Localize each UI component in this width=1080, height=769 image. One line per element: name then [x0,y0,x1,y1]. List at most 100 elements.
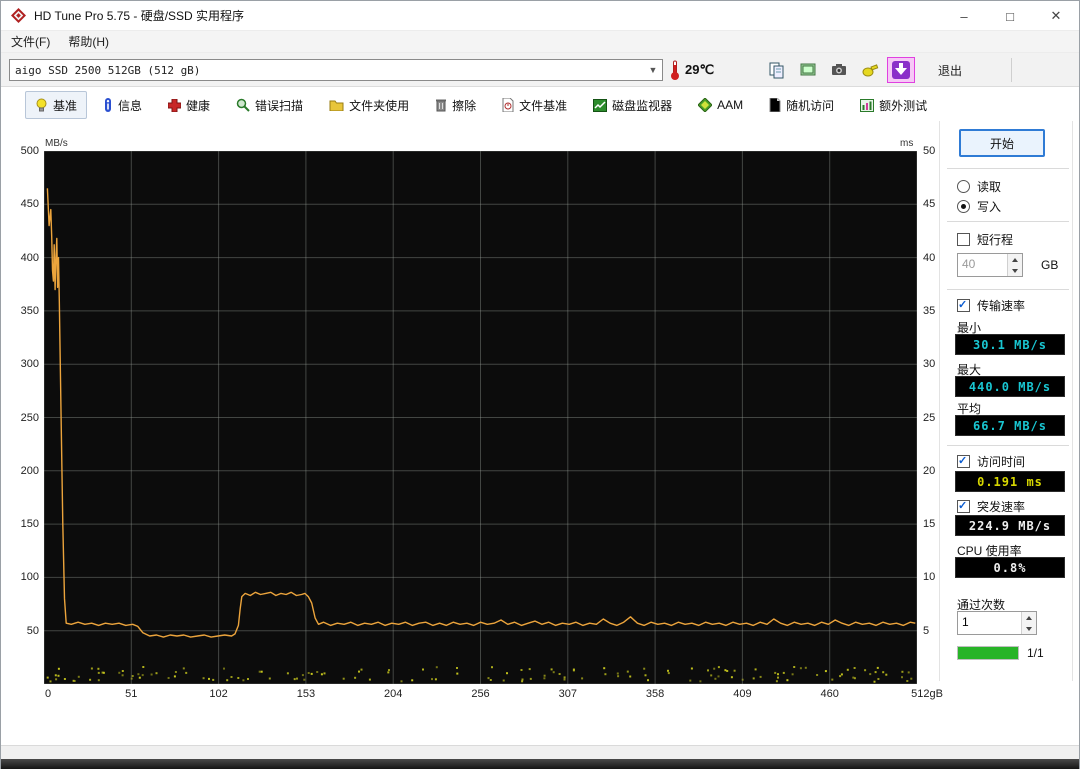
title-bar: HD Tune Pro 5.75 - 硬盘/SSD 实用程序 – □ ✕ [1,1,1079,31]
menu-help[interactable]: 帮助(H) [60,31,117,52]
tab-label: 文件夹使用 [349,97,409,114]
spinner-up-icon[interactable] [1022,612,1036,623]
write-radio-label: 写入 [977,198,1001,215]
x-tick: 409 [733,688,751,700]
progress-bar [957,646,1019,660]
health-icon [168,99,181,112]
tab-label: 随机访问 [786,97,834,114]
x-tick: 153 [297,688,315,700]
read-radio-label: 读取 [977,178,1001,195]
min-value-display: 30.1 MB/s [955,334,1065,355]
panel-separator-left [939,121,940,681]
tab-info[interactable]: 信息 [93,91,152,119]
file-benchmark-icon [502,98,514,112]
tab-label: 擦除 [452,97,476,114]
tab-label: 额外测试 [879,97,927,114]
burst-rate-checkbox[interactable]: 突发速率 [957,498,1025,515]
close-button[interactable]: ✕ [1033,1,1079,31]
tab-benchmark[interactable]: 基准 [25,91,87,119]
access-time-checkbox[interactable]: 访问时间 [957,453,1025,470]
tab-aam[interactable]: AAM [688,91,753,119]
highlight-button[interactable] [856,57,884,83]
spinner-down-icon[interactable] [1022,623,1036,634]
x-tick: 358 [646,688,664,700]
burst-rate-label: 突发速率 [977,498,1025,515]
tab-label: 基准 [53,97,77,114]
maximize-button[interactable]: □ [987,1,1033,31]
write-radio[interactable]: 写入 [957,198,1001,215]
y-left-tick: 500 [3,145,39,157]
spinner-up-icon[interactable] [1008,254,1022,265]
y-right-tick: 20 [923,465,953,477]
disk-monitor-icon [593,99,607,112]
y-left-tick: 250 [3,412,39,424]
toolbar-separator [1011,58,1012,82]
drive-select[interactable]: aigo SSD 2500 512GB (512 gB) ▼ [9,59,663,81]
tab-extra-tests[interactable]: 额外测试 [850,91,937,119]
error-scan-icon [236,98,250,112]
tab-label: 磁盘监视器 [612,97,672,114]
x-tick: 204 [384,688,402,700]
short-stroke-label: 短行程 [977,231,1013,248]
y-right-tick: 25 [923,412,953,424]
copy-icon [768,61,786,79]
exit-button[interactable]: 退出 [921,57,979,83]
tab-disk-monitor[interactable]: 磁盘监视器 [583,91,682,119]
temperature-indicator: 29℃ [669,58,714,82]
app-logo-icon [11,8,26,23]
tab-erase[interactable]: 擦除 [425,91,486,119]
y-right-tick: 15 [923,518,953,530]
key-icon [861,61,879,79]
cpu-usage-display: 0.8% [955,557,1065,578]
radio-selected-icon [957,200,970,213]
minimize-button[interactable]: – [941,1,987,31]
benchmark-icon [35,98,48,112]
menu-file[interactable]: 文件(F) [3,31,58,52]
tab-label: AAM [717,98,743,112]
copy-text-button[interactable] [763,57,791,83]
radio-icon [957,180,970,193]
tab-file-benchmark[interactable]: 文件基准 [492,91,577,119]
y-right-tick: 10 [923,571,953,583]
max-value-display: 440.0 MB/s [955,376,1065,397]
pass-count-spinner[interactable]: 1 [957,611,1037,635]
tab-random-access[interactable]: 随机访问 [759,91,844,119]
spinner-down-icon[interactable] [1008,265,1022,276]
tab-label: 信息 [118,97,142,114]
x-tick: 256 [471,688,489,700]
access-time-display: 0.191 ms [955,471,1065,492]
y-left-tick: 400 [3,252,39,264]
y-right-tick: 35 [923,305,953,317]
aam-icon [698,98,712,112]
transfer-rate-checkbox[interactable]: 传输速率 [957,297,1025,314]
tab-folder-usage[interactable]: 文件夹使用 [319,91,419,119]
burst-rate-display: 224.9 MB/s [955,515,1065,536]
tab-health[interactable]: 健康 [158,91,220,119]
short-stroke-checkbox[interactable]: 短行程 [957,231,1013,248]
copy-screenshot-button[interactable] [794,57,822,83]
pass-count-value: 1 [958,612,1021,634]
x-tick: 102 [209,688,227,700]
benchmark-chart [44,151,917,684]
start-button[interactable]: 开始 [959,129,1045,157]
extra-tests-icon [860,99,874,112]
y-right-tick: 5 [923,625,953,637]
menu-bar: 文件(F) 帮助(H) [1,31,1079,53]
erase-icon [435,98,447,112]
save-button[interactable] [887,57,915,83]
divider [947,289,1069,290]
toolbar: aigo SSD 2500 512GB (512 gB) ▼ 29℃ [1,53,1079,87]
divider [947,221,1069,222]
thermometer-icon [669,59,681,81]
y-left-tick: 150 [3,518,39,530]
access-time-label: 访问时间 [977,453,1025,470]
save-screenshot-button[interactable] [825,57,853,83]
y-left-tick: 50 [3,625,39,637]
checkbox-checked-icon [957,455,970,468]
download-icon [891,60,911,80]
checkbox-checked-icon [957,500,970,513]
short-stroke-spinner[interactable]: 40 [957,253,1023,277]
tab-error-scan[interactable]: 错误扫描 [226,91,313,119]
read-radio[interactable]: 读取 [957,178,1001,195]
short-stroke-value: 40 [958,254,1007,276]
